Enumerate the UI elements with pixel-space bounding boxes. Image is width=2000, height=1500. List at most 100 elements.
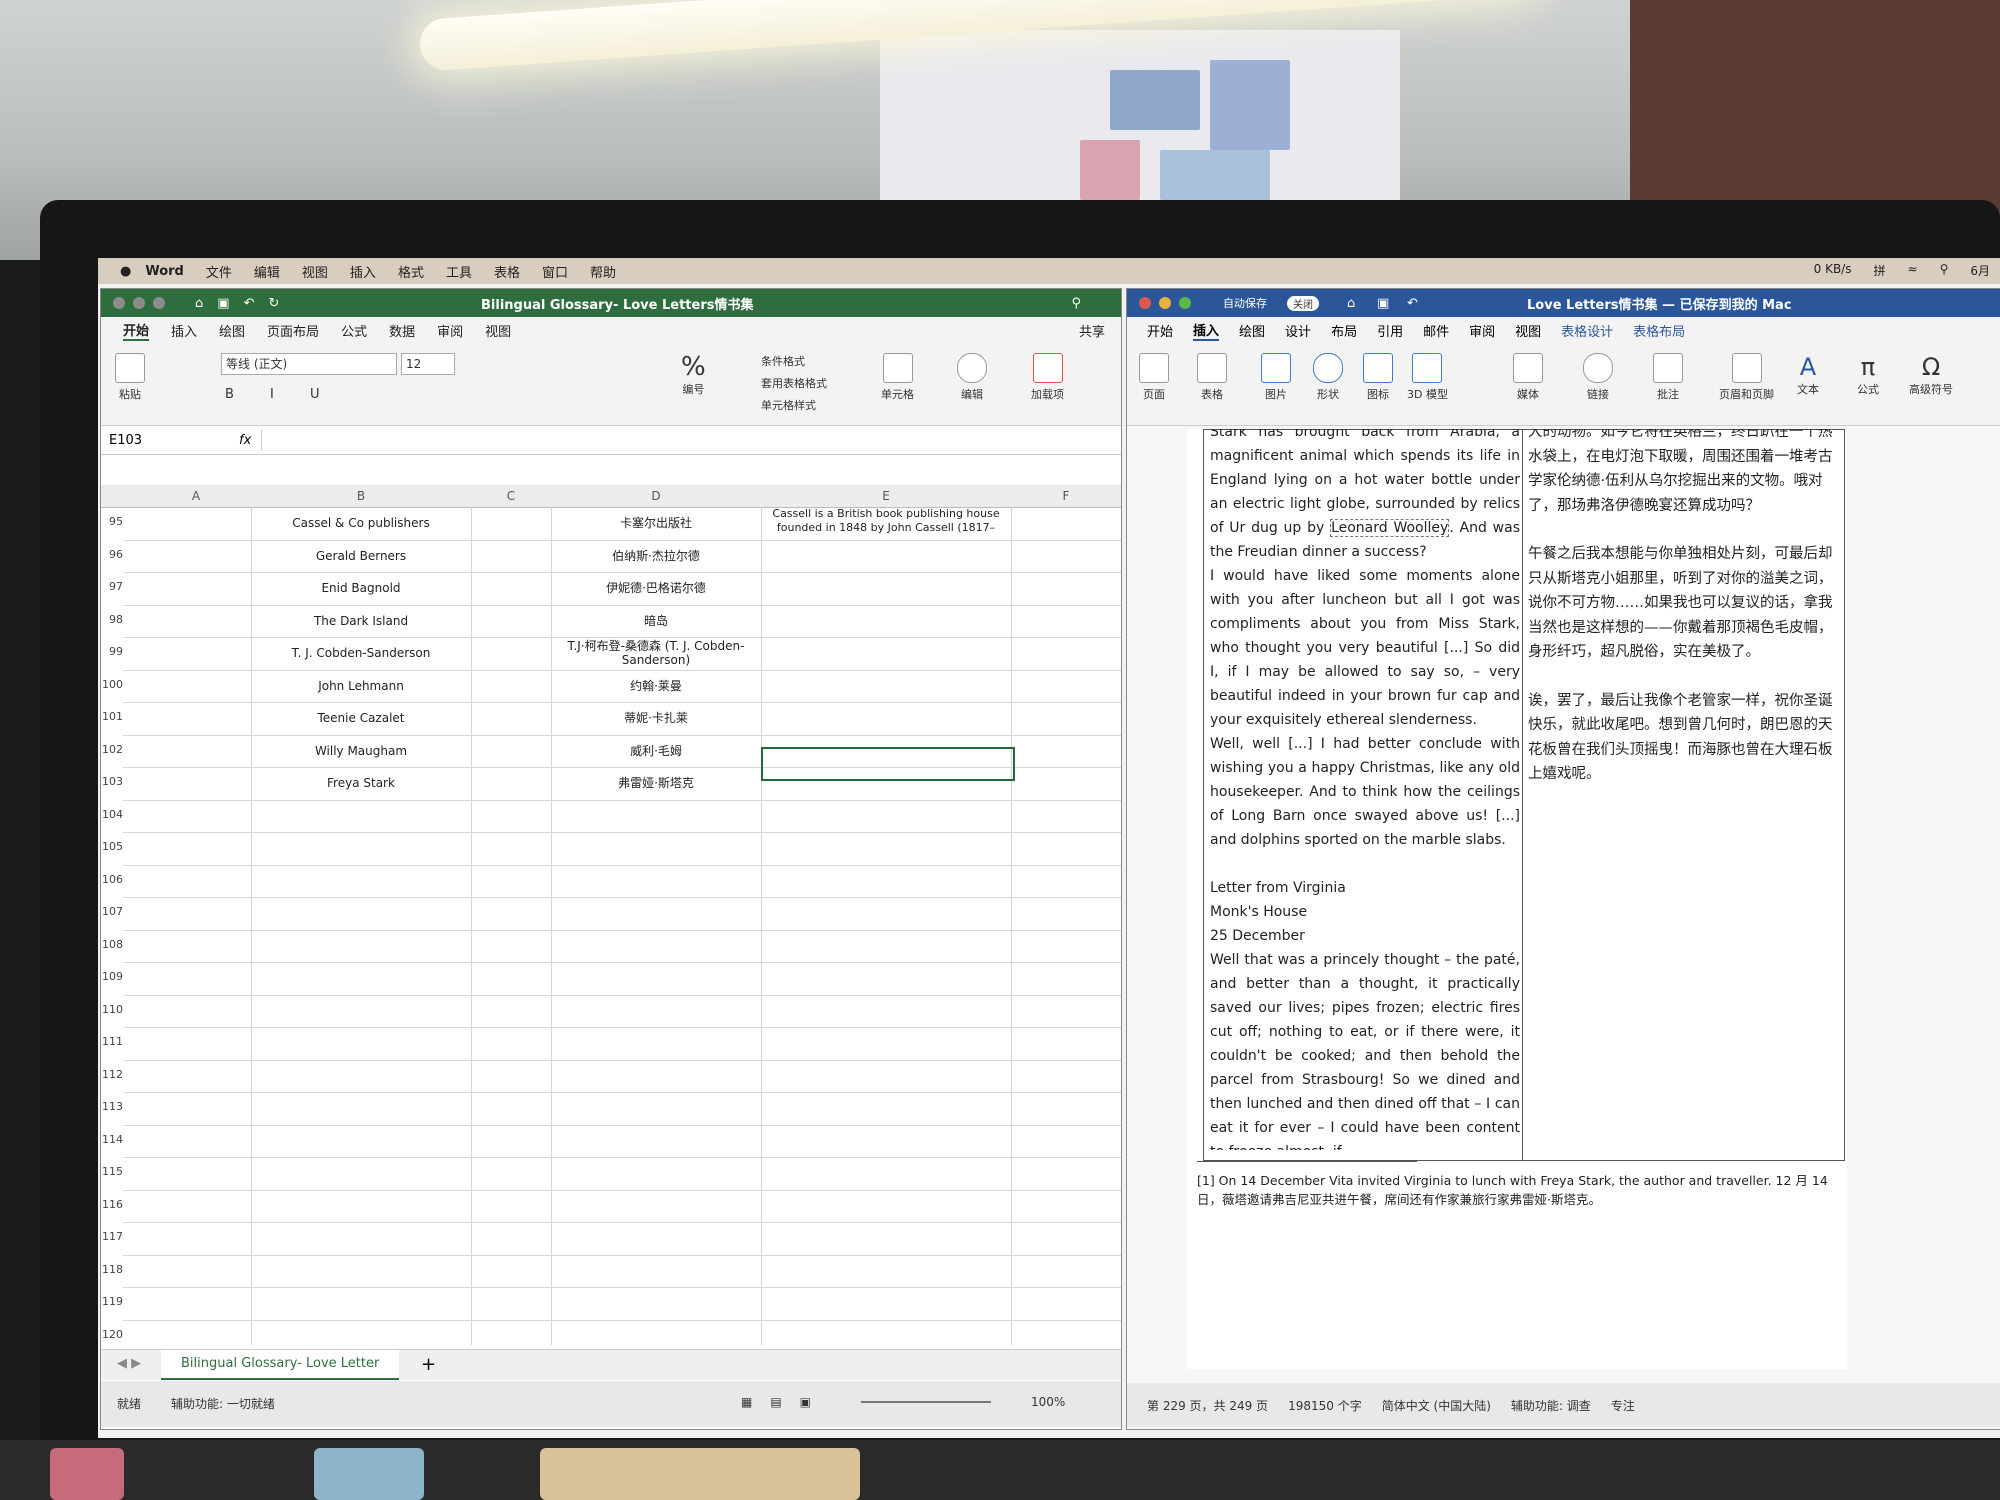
sheet-tab[interactable]: Bilingual Glossary- Love Letter — [161, 1350, 400, 1380]
header-footer-button[interactable]: 页眉和页脚 — [1719, 353, 1774, 402]
cell-chinese-name[interactable]: T.J·柯布登-桑德森 (T. J. Cobden-Sanderson) — [551, 637, 761, 670]
cell-english-name[interactable]: The Dark Island — [251, 605, 471, 638]
row-header[interactable]: 106 — [101, 873, 123, 886]
column-header-a[interactable]: A — [141, 485, 251, 508]
tab-references[interactable]: 引用 — [1377, 321, 1403, 340]
menu-item[interactable]: 编辑 — [254, 262, 280, 281]
cell-english-name[interactable]: Enid Bagnold — [251, 572, 471, 605]
cell-note[interactable] — [763, 1157, 1009, 1190]
cell-english-name[interactable] — [251, 800, 471, 833]
cell-note[interactable] — [763, 637, 1009, 670]
cell-chinese-name[interactable] — [551, 930, 761, 963]
document-page[interactable]: Stark has brought back from Arabia, a ma… — [1187, 429, 1847, 1369]
cell-chinese-name[interactable]: 约翰·莱曼 — [551, 670, 761, 703]
search-icon[interactable]: ⚲ — [1940, 262, 1949, 279]
menu-item[interactable]: 帮助 — [590, 262, 616, 281]
cell-note[interactable] — [763, 1255, 1009, 1288]
cell-chinese-name[interactable] — [551, 1222, 761, 1255]
tab-home[interactable]: 开始 — [1147, 321, 1173, 340]
cell-chinese-name[interactable] — [551, 1092, 761, 1125]
cell-note[interactable] — [763, 865, 1009, 898]
cell-note[interactable]: Cassell is a British book publishing hou… — [763, 507, 1009, 540]
cell-chinese-name[interactable]: 暗岛 — [551, 605, 761, 638]
tab-review[interactable]: 审阅 — [1469, 321, 1495, 340]
pictures-button[interactable]: 图片 — [1261, 353, 1291, 402]
cell-note[interactable] — [763, 1060, 1009, 1093]
cell-chinese-name[interactable] — [551, 1125, 761, 1158]
highlighted-name[interactable]: Leonard Woolley — [1330, 519, 1450, 537]
cell-chinese-name[interactable] — [551, 1287, 761, 1320]
row-header[interactable]: 115 — [101, 1165, 123, 1178]
cell-chinese-name[interactable] — [551, 865, 761, 898]
row-header[interactable]: 116 — [101, 1198, 123, 1211]
cell-note[interactable] — [763, 1320, 1009, 1346]
format-as-table-button[interactable]: 套用表格格式 — [761, 373, 827, 395]
tab-layout[interactable]: 布局 — [1331, 321, 1357, 340]
cell-english-name[interactable] — [251, 930, 471, 963]
footnote[interactable]: [1] On 14 December Vita invited Virginia… — [1197, 1171, 1837, 1209]
row-header[interactable]: 117 — [101, 1230, 123, 1243]
cell-english-name[interactable] — [251, 1222, 471, 1255]
tab-insert[interactable]: 插入 — [1193, 320, 1220, 341]
row-header[interactable]: 102 — [101, 743, 123, 756]
menubar-app-name[interactable]: Word — [145, 264, 184, 279]
cell-note[interactable] — [763, 1222, 1009, 1255]
tab-table-design[interactable]: 表格设计 — [1561, 321, 1613, 340]
status-accessibility[interactable]: 辅助功能: 一切就绪 — [171, 1395, 275, 1412]
row-header[interactable]: 108 — [101, 938, 123, 951]
font-name-select[interactable]: 等线 (正文) — [221, 353, 397, 375]
paste-button[interactable]: 粘贴 — [115, 353, 145, 402]
cell-note[interactable] — [763, 1125, 1009, 1158]
format-buttons[interactable]: B I U — [225, 387, 336, 402]
cell-chinese-name[interactable]: 伊妮德·巴格诺尔德 — [551, 572, 761, 605]
status-language[interactable]: 简体中文 (中国大陆) — [1382, 1397, 1491, 1414]
menu-item[interactable]: 工具 — [446, 262, 472, 281]
add-sheet-button[interactable]: + — [421, 1354, 436, 1375]
cell-english-name[interactable]: Willy Maugham — [251, 735, 471, 768]
close-button[interactable] — [1139, 297, 1151, 309]
share-button[interactable]: 共享 — [1079, 321, 1105, 340]
cell-note[interactable] — [763, 800, 1009, 833]
row-header[interactable]: 107 — [101, 905, 123, 918]
row-header[interactable]: 103 — [101, 775, 123, 788]
network-speed[interactable]: 0 KB/s — [1814, 262, 1852, 279]
cell-english-name[interactable] — [251, 865, 471, 898]
tab-mailings[interactable]: 邮件 — [1423, 321, 1449, 340]
row-header[interactable]: 114 — [101, 1133, 123, 1146]
cell-note[interactable] — [763, 995, 1009, 1028]
autosave-toggle[interactable]: 关闭 — [1287, 295, 1319, 311]
cell-english-name[interactable] — [251, 995, 471, 1028]
cell-note[interactable] — [763, 832, 1009, 865]
minimize-button[interactable] — [133, 297, 145, 309]
links-button[interactable]: 链接 — [1583, 353, 1613, 402]
row-header[interactable]: 105 — [101, 840, 123, 853]
row-header[interactable]: 101 — [101, 710, 123, 723]
close-button[interactable] — [113, 297, 125, 309]
number-format-button[interactable]: % 编号 — [681, 353, 706, 397]
status-pages[interactable]: 第 229 页，共 249 页 — [1147, 1397, 1268, 1414]
cell-english-name[interactable] — [251, 897, 471, 930]
date-label[interactable]: 6月 — [1970, 262, 1990, 279]
cell-note[interactable] — [763, 1092, 1009, 1125]
cell-note[interactable] — [763, 930, 1009, 963]
cell-english-name[interactable]: Cassel & Co publishers — [251, 507, 471, 540]
comment-button[interactable]: 批注 — [1653, 353, 1683, 402]
addins-button[interactable]: 加载项 — [1031, 353, 1064, 402]
chinese-column[interactable]: 大的动物。如今它将在英格兰，终日趴在一个热水袋上，在电灯泡下取暖，周围还围着一堆… — [1528, 429, 1838, 1150]
cell-chinese-name[interactable]: 伯纳斯·杰拉尔德 — [551, 540, 761, 573]
save-icon[interactable]: ▣ — [1377, 296, 1389, 311]
zoom-slider[interactable] — [861, 1401, 991, 1403]
table-button[interactable]: 表格 — [1197, 353, 1227, 402]
cell-chinese-name[interactable] — [551, 832, 761, 865]
shapes-button[interactable]: 形状 — [1313, 353, 1343, 402]
cell-note[interactable] — [763, 670, 1009, 703]
cell-english-name[interactable]: Teenie Cazalet — [251, 702, 471, 735]
cell-english-name[interactable] — [251, 1092, 471, 1125]
cell-chinese-name[interactable] — [551, 800, 761, 833]
cell-chinese-name[interactable] — [551, 1255, 761, 1288]
cell-english-name[interactable] — [251, 1287, 471, 1320]
tab-insert[interactable]: 插入 — [171, 321, 197, 340]
tab-view[interactable]: 视图 — [1515, 321, 1541, 340]
menu-item[interactable]: 文件 — [206, 262, 232, 281]
cell-note[interactable] — [763, 962, 1009, 995]
